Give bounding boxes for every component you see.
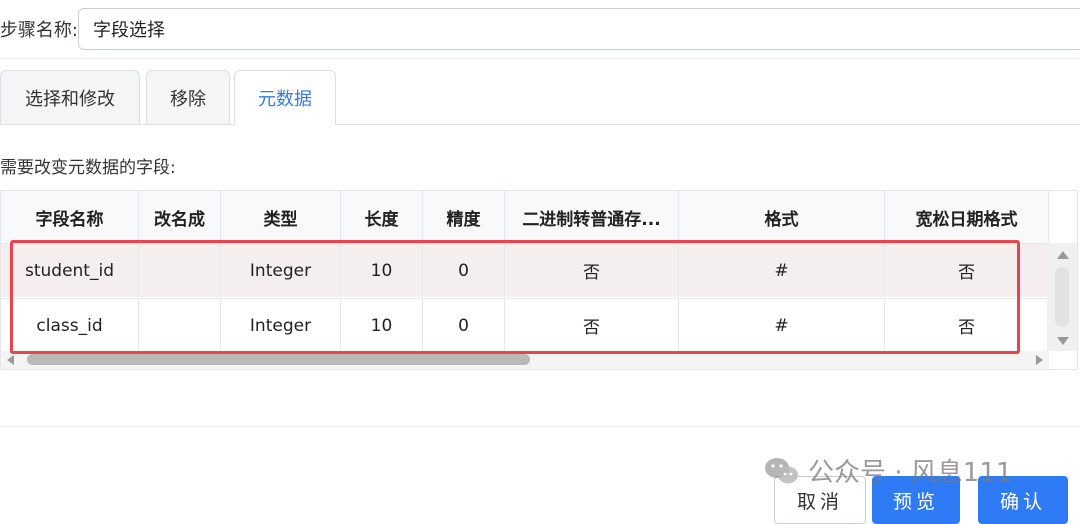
table-cell[interactable]: 0 xyxy=(423,299,505,352)
tab-select-modify[interactable]: 选择和修改 xyxy=(0,70,140,124)
scroll-right-icon[interactable] xyxy=(1036,355,1043,365)
divider xyxy=(0,58,1080,59)
scroll-thumb[interactable] xyxy=(27,354,530,365)
table-cell[interactable]: Integer xyxy=(221,299,341,352)
table-cell[interactable] xyxy=(139,244,221,297)
table-header: 字段名称 改名成 类型 长度 精度 二进制转普通存... 格式 宽松日期格式 xyxy=(1,191,1049,244)
scroll-thumb[interactable] xyxy=(1055,267,1069,327)
tab-strip-line xyxy=(0,124,1080,125)
metadata-table: 字段名称 改名成 类型 长度 精度 二进制转普通存... 格式 宽松日期格式 s… xyxy=(0,190,1078,370)
table-cell[interactable]: 否 xyxy=(505,244,679,297)
table-cell[interactable]: 10 xyxy=(341,299,423,352)
table-cell[interactable]: 否 xyxy=(885,244,1049,297)
table-row[interactable]: class_id Integer 10 0 否 # 否 xyxy=(1,298,1049,352)
tab-remove[interactable]: 移除 xyxy=(146,70,230,124)
divider xyxy=(0,426,1080,427)
scroll-left-icon[interactable] xyxy=(7,355,14,365)
column-header[interactable]: 宽松日期格式 xyxy=(885,191,1049,243)
scroll-up-icon[interactable] xyxy=(1057,251,1069,259)
table-cell[interactable]: # xyxy=(679,299,885,352)
confirm-button[interactable]: 确认 xyxy=(978,476,1068,524)
table-cell[interactable]: 10 xyxy=(341,244,423,297)
column-header[interactable]: 二进制转普通存... xyxy=(505,191,679,243)
column-header[interactable]: 格式 xyxy=(679,191,885,243)
table-cell[interactable]: # xyxy=(679,244,885,297)
column-header[interactable]: 类型 xyxy=(221,191,341,243)
cancel-button[interactable]: 取消 xyxy=(774,476,866,524)
step-name-input[interactable] xyxy=(78,8,1080,50)
table-row[interactable]: student_id Integer 10 0 否 # 否 xyxy=(1,244,1049,297)
column-header[interactable]: 改名成 xyxy=(139,191,221,243)
table-cell[interactable]: 否 xyxy=(505,299,679,352)
scroll-down-icon[interactable] xyxy=(1057,337,1069,345)
column-header[interactable]: 长度 xyxy=(341,191,423,243)
table-cell[interactable]: student_id xyxy=(1,244,139,297)
table-cell[interactable]: class_id xyxy=(1,299,139,352)
table-cell[interactable]: Integer xyxy=(221,244,341,297)
table-cell[interactable] xyxy=(139,299,221,352)
vertical-scrollbar[interactable] xyxy=(1047,243,1077,351)
section-label: 需要改变元数据的字段: xyxy=(0,158,176,178)
column-header[interactable]: 字段名称 xyxy=(1,191,139,243)
step-name-label: 步骤名称: xyxy=(0,20,78,41)
preview-button[interactable]: 预览 xyxy=(872,476,960,524)
table-cell[interactable]: 0 xyxy=(423,244,505,297)
tab-metadata[interactable]: 元数据 xyxy=(234,70,336,125)
table-cell[interactable]: 否 xyxy=(885,299,1049,352)
horizontal-scrollbar[interactable] xyxy=(1,351,1049,369)
column-header[interactable]: 精度 xyxy=(423,191,505,243)
